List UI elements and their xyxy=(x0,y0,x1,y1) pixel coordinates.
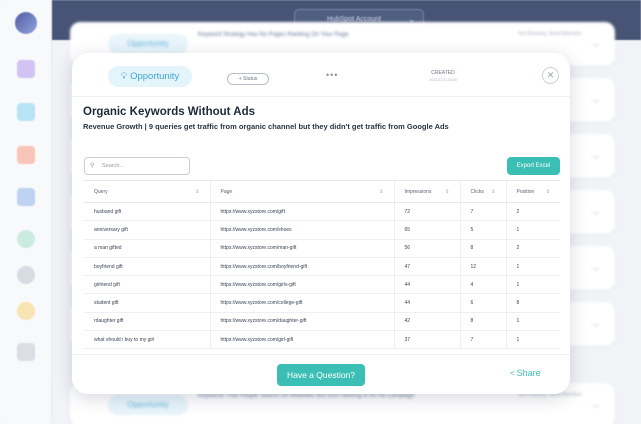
table-row[interactable]: boyfriend gift https://www.xyzstore.com/… xyxy=(84,257,560,277)
cell-position: 1 xyxy=(505,257,560,277)
cell-page: https://www.xyzstore.com/boyfriend-gift xyxy=(209,257,394,277)
sort-icon[interactable]: ⇕ xyxy=(445,189,449,195)
table-row[interactable]: girlriend gift https://www.xyzstore.com/… xyxy=(84,275,560,295)
cell-clicks: 7 xyxy=(459,330,506,350)
modal-title: Organic Keywords Without Ads xyxy=(83,106,255,118)
modal-footer: Have a Question? < Share xyxy=(72,354,570,394)
share-icon: < xyxy=(510,369,515,378)
cell-page: https://www.xyzstore.com/man-gift xyxy=(209,239,394,258)
cell-clicks: 4 xyxy=(459,275,506,295)
cell-page: https://www.xyzstore.com/gift xyxy=(209,202,394,222)
cell-query: what should i buy to my girl xyxy=(84,330,210,350)
column-header-position[interactable]: Position ⇕ xyxy=(505,180,560,203)
column-header-query[interactable]: Query ⇕ xyxy=(84,180,210,203)
cell-query: husband gift xyxy=(84,202,210,222)
modal-header: 💡︎ Opportunity + Status ••• CREATED 2022… xyxy=(72,53,570,97)
column-header-label: Position xyxy=(516,188,535,195)
created-date: 2022-01-01 00:00 xyxy=(429,78,457,82)
sort-icon[interactable]: ⇕ xyxy=(195,189,199,195)
cell-impressions: 44 xyxy=(393,293,460,313)
cell-position: 1 xyxy=(505,330,560,350)
export-excel-button[interactable]: Export Excel xyxy=(507,157,560,175)
cell-page: https://www.xyzstore.com/girls-gift xyxy=(209,275,394,295)
cell-position: 8 xyxy=(505,293,560,313)
cell-query: a man gifted xyxy=(84,239,210,258)
ask-question-button[interactable]: Have a Question? xyxy=(277,364,365,386)
search-input[interactable]: ⚲ Search... xyxy=(84,157,190,175)
cell-position: 2 xyxy=(505,239,560,258)
column-header-clicks[interactable]: Clicks ⇕ xyxy=(459,180,506,203)
cell-clicks: 8 xyxy=(459,239,506,258)
cell-query: student gift xyxy=(84,293,210,313)
table-row[interactable]: a man gifted https://www.xyzstore.com/ma… xyxy=(84,239,560,258)
cell-impressions: 37 xyxy=(393,330,460,350)
cell-position: 1 xyxy=(505,220,560,240)
cell-page: https://www.xyzstore.com/college-gift xyxy=(209,293,394,313)
opportunity-badge: 💡︎ Opportunity xyxy=(108,66,192,87)
search-icon: ⚲ xyxy=(90,163,95,169)
created-info: CREATED 2022-01-01 00:00 xyxy=(419,70,467,82)
more-options-icon[interactable]: ••• xyxy=(326,70,338,80)
created-label: CREATED xyxy=(431,70,455,76)
column-header-page[interactable]: Page ⇕ xyxy=(209,180,394,203)
cell-impressions: 56 xyxy=(393,239,460,258)
cell-clicks: 7 xyxy=(459,202,506,222)
cell-impressions: 42 xyxy=(393,312,460,332)
table-row[interactable]: husband gift https://www.xyzstore.com/gi… xyxy=(84,202,560,222)
table-row[interactable]: what should i buy to my girl https://www… xyxy=(84,330,560,350)
table-header-row: Query ⇕ Page ⇕ Impressions ⇕ Clicks ⇕ Positi… xyxy=(84,180,560,203)
column-header-label: Clicks xyxy=(470,188,484,195)
cell-position: 2 xyxy=(505,202,560,222)
cell-position: 1 xyxy=(505,312,560,332)
column-header-label: Page xyxy=(220,188,233,195)
cell-impressions: 72 xyxy=(393,202,460,222)
opportunity-badge-label: Opportunity xyxy=(130,71,180,82)
column-header-label: Query xyxy=(94,188,108,195)
status-button[interactable]: + Status xyxy=(227,73,269,85)
column-header-label: Impressions xyxy=(404,188,432,195)
cell-impressions: 44 xyxy=(393,275,460,295)
lightbulb-icon: 💡︎ xyxy=(120,71,128,82)
cell-query: girlriend gift xyxy=(84,275,210,295)
cell-query: rdaughter gift xyxy=(84,312,210,332)
cell-clicks: 6 xyxy=(459,293,506,313)
cell-clicks: 5 xyxy=(459,220,506,240)
cell-impressions: 65 xyxy=(393,220,460,240)
opportunity-modal: 💡︎ Opportunity + Status ••• CREATED 2022… xyxy=(72,53,570,394)
cell-query: boyfriend gift xyxy=(84,257,210,277)
sort-icon[interactable]: ⇕ xyxy=(546,189,550,195)
table-row[interactable]: anniversary gift https://www.xyzstore.co… xyxy=(84,220,560,240)
table-row[interactable]: rdaughter gift https://www.xyzstore.com/… xyxy=(84,312,560,332)
sort-icon[interactable]: ⇕ xyxy=(491,189,495,195)
share-label: Share xyxy=(516,368,541,378)
cell-clicks: 8 xyxy=(459,312,506,332)
table-row[interactable]: student gift https://www.xyzstore.com/co… xyxy=(84,293,560,313)
column-header-impressions[interactable]: Impressions ⇕ xyxy=(393,180,460,203)
close-icon: ✕ xyxy=(546,70,555,80)
modal-subtitle: Revenue Growth | 9 queries get traffic f… xyxy=(83,122,449,131)
cell-page: https://www.xyzstore.com/daughter-gift xyxy=(209,312,394,332)
cell-position: 1 xyxy=(505,275,560,295)
cell-page: https://www.xyzstore.com/shoes xyxy=(209,220,394,240)
keywords-table: Query ⇕ Page ⇕ Impressions ⇕ Clicks ⇕ Positi… xyxy=(84,180,560,350)
sort-icon[interactable]: ⇕ xyxy=(379,189,383,195)
share-button[interactable]: < Share xyxy=(510,368,541,378)
cell-query: anniversary gift xyxy=(84,220,210,240)
cell-page: https://www.xyzstore.com/girl-gift xyxy=(209,330,394,350)
close-button[interactable]: ✕ xyxy=(542,67,559,84)
cell-impressions: 47 xyxy=(393,257,460,277)
cell-clicks: 12 xyxy=(459,257,506,277)
search-placeholder: Search... xyxy=(102,163,125,169)
